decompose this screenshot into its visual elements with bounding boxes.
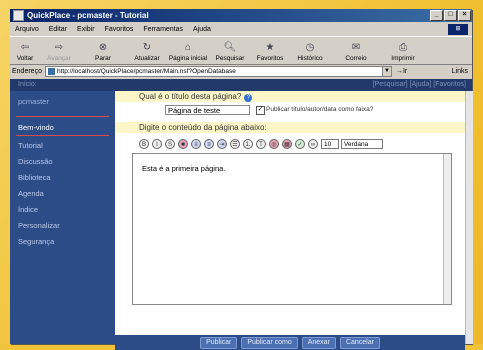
bullet-list-icon[interactable]: ☰: [230, 138, 240, 149]
align-center-icon[interactable]: ≡: [204, 138, 214, 149]
mail-icon: ✉: [351, 42, 361, 53]
mail-button[interactable]: ✉ Correio: [330, 37, 382, 64]
align-left-icon[interactable]: ≡: [191, 138, 201, 149]
menu-bar: Arquivo Editar Exibir Favoritos Ferramen…: [10, 23, 472, 35]
insert-image-icon[interactable]: ◎: [269, 138, 279, 149]
menu-ferramentas[interactable]: Ferramentas: [143, 26, 183, 33]
text-style-icon[interactable]: T: [256, 138, 266, 149]
sidebar-item-indice[interactable]: Índice: [18, 205, 38, 214]
insert-table-icon[interactable]: ▦: [282, 138, 292, 149]
page-content: Início: [Pesquisar] [Ajuda] [Favoritos] …: [10, 79, 473, 350]
sidebar-item-tutorial[interactable]: Tutorial: [18, 141, 43, 150]
address-dropdown-icon[interactable]: ▼: [381, 66, 391, 76]
address-label: Endereço: [12, 67, 42, 75]
back-arrow-icon: ⇦: [20, 42, 30, 53]
toolbar: ⇦ Voltar ⇨ Avançar ⊗ Parar ↻ Atualizar ⌂…: [10, 36, 472, 65]
address-input[interactable]: http://localhost/QuickPlace/pcmaster/Mai…: [44, 65, 392, 77]
browser-window: QuickPlace - pcmaster - Tutorial _ □ × A…: [10, 9, 473, 350]
forward-arrow-icon: ⇨: [54, 42, 64, 53]
favorites-button[interactable]: ★ Favoritos: [250, 37, 290, 64]
sidebar-item-bem-vindo[interactable]: Bem-vindo: [18, 123, 54, 132]
font-size-select[interactable]: 10: [321, 138, 339, 149]
action-bar: Publicar Publicar como Anexar Cancelar: [115, 335, 465, 350]
sidebar-item-seguranca[interactable]: Segurança: [18, 237, 54, 246]
publish-banner-checkbox[interactable]: ✓: [256, 106, 265, 115]
edit-page-form: Qual é o título desta página?? Página de…: [115, 91, 465, 344]
history-icon: ◷: [305, 42, 315, 53]
quickplace-top-strip: Início: [Pesquisar] [Ajuda] [Favoritos]: [10, 79, 472, 91]
maximize-button[interactable]: □: [444, 10, 457, 21]
search-button[interactable]: 🔍︎ Pesquisar: [210, 37, 250, 64]
page-title-input[interactable]: Página de teste: [165, 105, 250, 115]
address-url: http://localhost/QuickPlace/pcmaster/Mai…: [56, 67, 236, 75]
favorites-icon: ★: [265, 42, 275, 53]
page-icon: [47, 67, 55, 75]
menu-editar[interactable]: Editar: [49, 26, 67, 33]
go-button[interactable]: →Ir: [396, 68, 407, 75]
publish-button[interactable]: Publicar: [200, 336, 238, 349]
minimize-button[interactable]: _: [430, 10, 443, 21]
back-button[interactable]: ⇦ Voltar: [10, 37, 40, 64]
sidebar-item-agenda[interactable]: Agenda: [18, 189, 44, 198]
indent-icon[interactable]: ⇥: [217, 138, 227, 149]
home-button[interactable]: ⌂ Página inicial: [166, 37, 210, 64]
sidebar-divider: [16, 116, 109, 117]
title-question: Qual é o título desta página?: [139, 92, 242, 101]
italic-icon[interactable]: I: [152, 138, 162, 149]
sidebar-divider: [16, 135, 109, 136]
refresh-icon: ↻: [142, 42, 152, 53]
font-name-select[interactable]: Verdana: [341, 138, 383, 149]
title-question-bar: Qual é o título desta página??: [115, 91, 465, 102]
spell-check-icon[interactable]: ✓: [295, 138, 305, 149]
link-icon[interactable]: ∞: [308, 138, 318, 149]
forward-button[interactable]: ⇨ Avançar: [40, 37, 78, 64]
sidebar-item-personalizar[interactable]: Personalizar: [18, 221, 60, 230]
top-links[interactable]: [Pesquisar] [Ajuda] [Favoritos]: [373, 81, 466, 88]
refresh-button[interactable]: ↻ Atualizar: [128, 37, 166, 64]
window-title: QuickPlace - pcmaster - Tutorial: [27, 11, 149, 20]
content-prompt-bar: Digite o conteúdo da página abaixo:: [115, 122, 465, 133]
title-bar: QuickPlace - pcmaster - Tutorial _ □ ×: [10, 9, 472, 22]
help-icon[interactable]: ?: [244, 94, 253, 102]
menu-exibir[interactable]: Exibir: [77, 26, 95, 33]
start-label: Início:: [18, 81, 37, 88]
publish-banner-label: Publicar título/autor/data como faixa?: [266, 106, 374, 113]
menu-ajuda[interactable]: Ajuda: [193, 26, 211, 33]
page-scrollbar[interactable]: [465, 91, 473, 344]
close-button[interactable]: ×: [458, 10, 471, 21]
home-icon: ⌂: [184, 42, 192, 53]
sidebar: pcmaster Bem-vindo Tutorial Discussão Bi…: [10, 91, 115, 344]
numbered-list-icon[interactable]: 1.: [243, 138, 253, 149]
windows-logo-icon: ⊞: [448, 23, 468, 35]
bold-icon[interactable]: B: [139, 138, 149, 149]
address-bar: Endereço http://localhost/QuickPlace/pcm…: [10, 65, 472, 77]
sidebar-user[interactable]: pcmaster: [18, 97, 49, 106]
ie-page-icon: [13, 10, 24, 21]
print-icon: ⎙: [399, 42, 407, 53]
print-button[interactable]: ⎙ Imprimir: [382, 37, 424, 64]
links-button[interactable]: Links: [452, 68, 468, 75]
menu-favoritos[interactable]: Favoritos: [105, 26, 134, 33]
text-color-icon[interactable]: ■: [178, 138, 188, 149]
stop-icon: ⊗: [98, 42, 108, 53]
formatting-toolbar: B I S ■ ≡ ≡ ⇥ ☰ 1. T ◎ ▦ ✓ ∞ 10 Verdana: [139, 137, 383, 150]
stop-button[interactable]: ⊗ Parar: [78, 37, 128, 64]
history-button[interactable]: ◷ Histórico: [290, 37, 330, 64]
underline-icon[interactable]: S: [165, 138, 175, 149]
sidebar-item-discussao[interactable]: Discussão: [18, 157, 53, 166]
cancel-button[interactable]: Cancelar: [339, 336, 380, 349]
attach-button[interactable]: Anexar: [301, 336, 336, 349]
content-text: Esta é a primeira página.: [142, 164, 226, 173]
content-editor[interactable]: Esta é a primeira página.: [132, 153, 452, 305]
menu-arquivo[interactable]: Arquivo: [15, 26, 39, 33]
publish-as-button[interactable]: Publicar como: [241, 336, 298, 349]
content-prompt: Digite o conteúdo da página abaixo:: [139, 123, 267, 132]
editor-scrollbar[interactable]: [443, 154, 451, 304]
sidebar-item-biblioteca[interactable]: Biblioteca: [18, 173, 51, 182]
search-icon: 🔍︎: [223, 42, 237, 53]
